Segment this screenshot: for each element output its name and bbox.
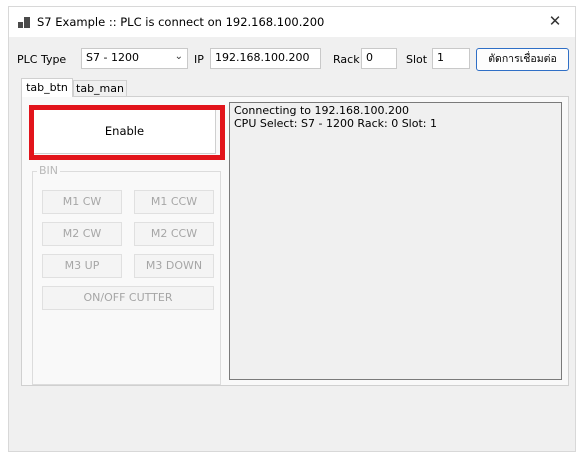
log-line: CPU Select: S7 - 1200 Rack: 0 Slot: 1 [234, 117, 437, 130]
app-window-icon [18, 17, 30, 28]
m1-ccw-button[interactable]: M1 CCW [134, 190, 214, 214]
ip-field[interactable]: 192.168.100.200 [210, 48, 321, 69]
disconnect-button[interactable]: ตัดการเชื่อมต่อ [476, 48, 569, 71]
rack-field[interactable]: 0 [361, 48, 397, 69]
ip-label: IP [194, 53, 204, 66]
plc-type-label: PLC Type [17, 53, 67, 66]
window-title: S7 Example :: PLC is connect on 192.168.… [37, 15, 325, 29]
bin-group-legend: BIN [37, 164, 61, 177]
log-line: Connecting to 192.168.100.200 [234, 104, 410, 117]
m3-down-button[interactable]: M3 DOWN [134, 254, 214, 278]
title-bar: S7 Example :: PLC is connect on 192.168.… [9, 7, 575, 37]
cutter-button[interactable]: ON/OFF CUTTER [42, 286, 214, 310]
plc-type-select[interactable]: S7 - 1200 ⌄ [81, 48, 188, 69]
rack-label: Rack [333, 53, 360, 66]
bin-group: BIN M1 CW M1 CCW M2 CW M2 CCW M3 UP M3 D… [32, 164, 221, 385]
m2-ccw-button[interactable]: M2 CCW [134, 222, 214, 246]
chevron-down-icon: ⌄ [174, 51, 183, 62]
enable-button[interactable]: Enable [33, 108, 216, 154]
m3-up-button[interactable]: M3 UP [42, 254, 122, 278]
slot-field[interactable]: 1 [432, 48, 470, 69]
app-window: S7 Example :: PLC is connect on 192.168.… [8, 6, 576, 452]
tab-man[interactable]: tab_man [73, 80, 127, 97]
tab-btn[interactable]: tab_btn [21, 78, 73, 97]
m1-cw-button[interactable]: M1 CW [42, 190, 122, 214]
tab-panel: Enable BIN M1 CW M1 CCW M2 CW M2 CCW M3 … [21, 96, 569, 386]
slot-label: Slot [406, 53, 428, 66]
m2-cw-button[interactable]: M2 CW [42, 222, 122, 246]
log-textbox[interactable]: Connecting to 192.168.100.200 CPU Select… [229, 102, 562, 380]
close-icon[interactable]: ✕ [535, 7, 575, 37]
plc-type-value: S7 - 1200 [86, 51, 139, 64]
